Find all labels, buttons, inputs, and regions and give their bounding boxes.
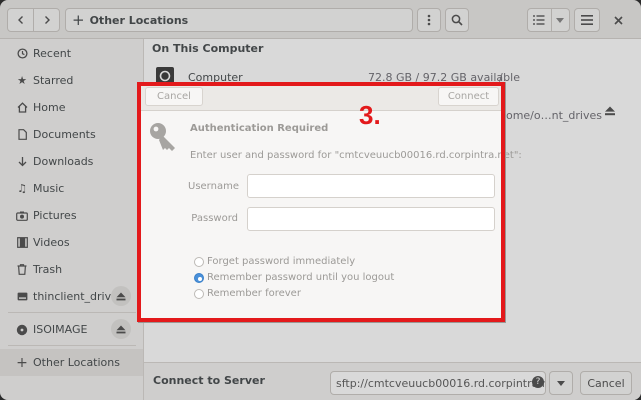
annotation-step-label: 3. — [359, 100, 381, 130]
annotation-highlight-box — [137, 82, 505, 322]
files-window: + Other Locations Recent ★ Starred Home … — [0, 0, 641, 400]
